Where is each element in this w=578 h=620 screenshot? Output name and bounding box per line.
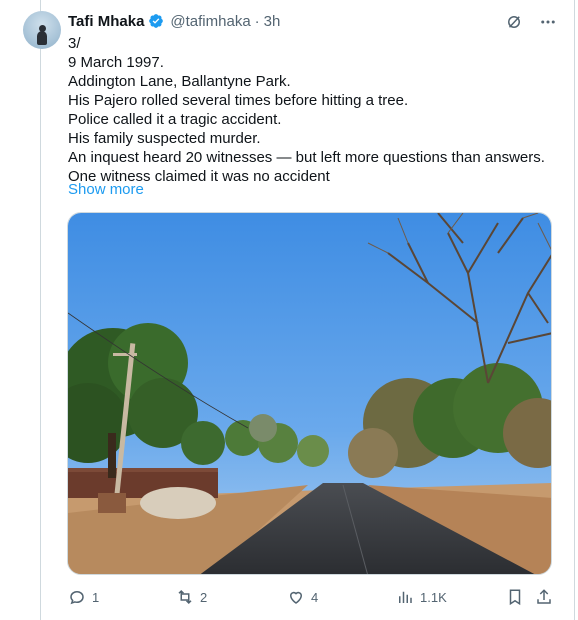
tweet-photo[interactable] — [67, 212, 552, 575]
views-count: 1.1K — [420, 589, 447, 605]
repost-button[interactable]: 2 — [176, 588, 207, 606]
tweet-line: 9 March 1997. — [68, 54, 164, 71]
like-button[interactable]: 4 — [287, 588, 318, 606]
views-button[interactable]: 1.1K — [396, 588, 447, 606]
share-icon — [537, 589, 551, 604]
repost-icon — [178, 589, 192, 605]
tweet-line: His family suspected murder. — [68, 130, 261, 147]
heart-icon — [289, 591, 303, 604]
show-more-link[interactable]: Show more — [68, 181, 144, 198]
tweet-actions: 1 2 4 1.1K — [68, 588, 554, 608]
verified-badge-icon — [149, 14, 164, 28]
thread-line-left — [40, 0, 41, 620]
photo-road-trees — [68, 213, 551, 574]
reply-count: 1 — [92, 589, 100, 605]
avatar-figure — [37, 31, 47, 45]
like-count: 4 — [311, 589, 319, 605]
author-handle[interactable]: @tafimhaka — [170, 13, 250, 30]
timeline-border-right — [574, 0, 575, 620]
timestamp[interactable]: 3h — [264, 13, 281, 30]
reply-icon — [70, 590, 84, 605]
views-icon — [399, 591, 412, 603]
tweet-text: 3/ 9 March 1997. Addington Lane, Ballant… — [68, 34, 558, 186]
tweet-line: His Pajero rolled several times before h… — [68, 92, 409, 109]
share-button[interactable] — [535, 588, 553, 606]
separator-dot: · — [254, 12, 260, 30]
repost-count: 2 — [200, 589, 208, 605]
more-icon[interactable] — [538, 12, 558, 32]
tweet-line: 3/ — [68, 35, 81, 52]
author-name[interactable]: Tafi Mhaka — [68, 13, 144, 30]
grok-icon[interactable] — [504, 12, 524, 32]
tweet-line: Addington Lane, Ballantyne Park. — [68, 73, 291, 90]
reply-button[interactable]: 1 — [68, 588, 99, 606]
bookmark-button[interactable] — [506, 588, 524, 606]
avatar[interactable] — [23, 11, 61, 49]
header-actions — [504, 12, 558, 32]
tweet-line: Police called it a tragic accident. — [68, 111, 282, 128]
tweet-line: An inquest heard 20 witnesses — but left… — [68, 149, 545, 166]
bookmark-icon — [509, 589, 521, 606]
tweet-header: Tafi Mhaka @tafimhaka · 3h — [68, 11, 280, 31]
